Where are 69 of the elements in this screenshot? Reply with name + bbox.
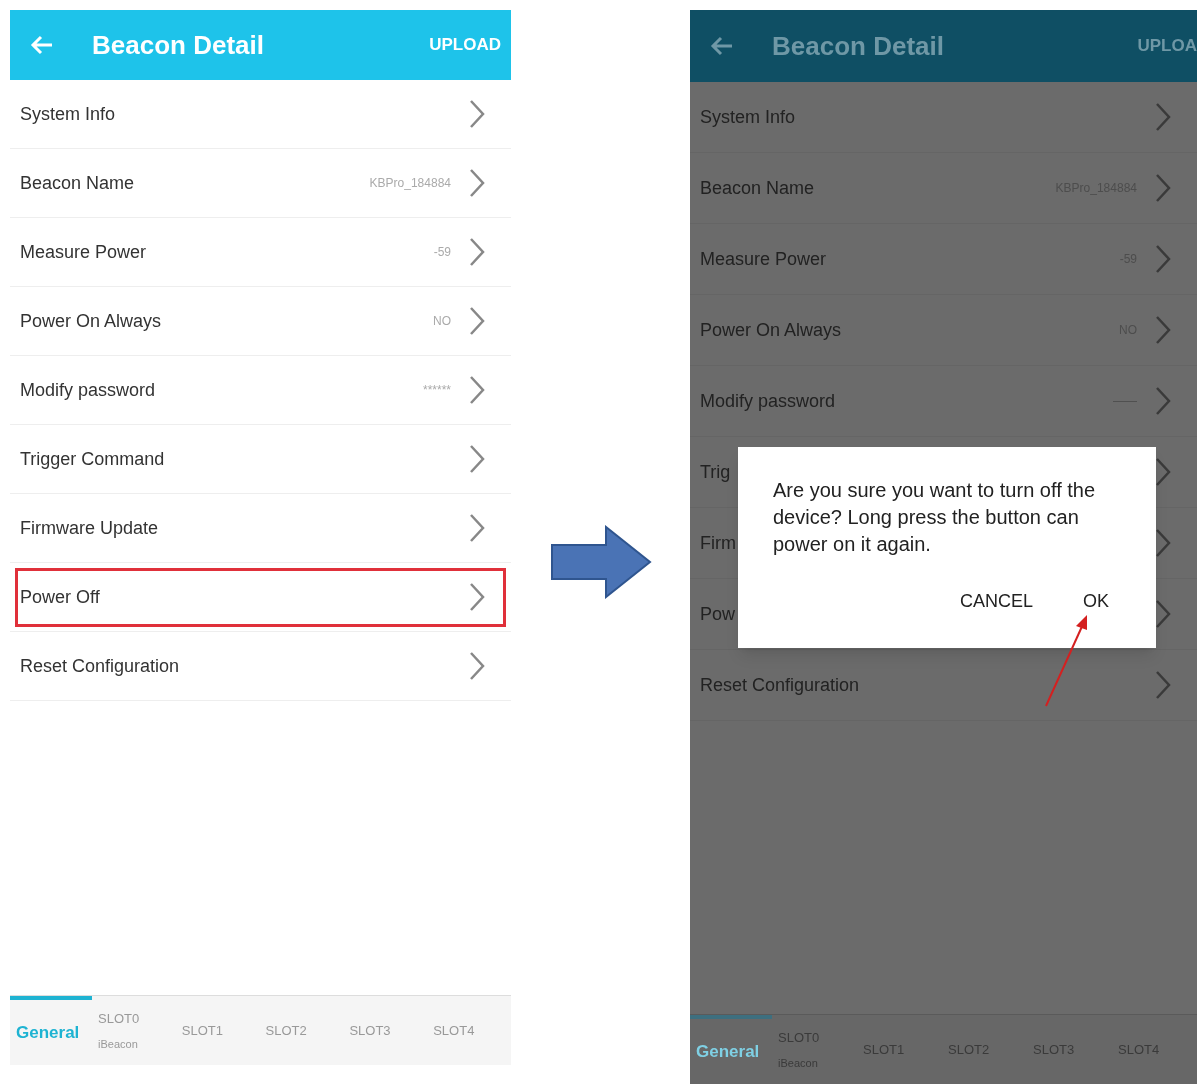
tab[interactable]: SLOT4	[427, 996, 511, 1065]
row-label: Measure Power	[20, 240, 147, 264]
row-label: Reset Configuration	[700, 673, 860, 697]
dialog-message: Are you sure you want to turn off the device? Long press the button can power on it again.	[773, 478, 1097, 557]
settings-row[interactable]: Power On Always NO	[10, 287, 511, 356]
tab[interactable]: SLOT2	[259, 996, 344, 1065]
row-label: System Info	[700, 105, 796, 129]
tab[interactable]: SLOT3	[343, 996, 428, 1065]
settings-row[interactable]: Beacon Name KBPro_184884	[10, 149, 511, 218]
chevron-right-icon	[469, 651, 485, 681]
chevron-right-icon	[1155, 670, 1171, 700]
row-value: NO	[433, 313, 451, 330]
chevron-right-icon	[469, 168, 485, 198]
row-label: Power On Always	[700, 318, 842, 342]
chevron-right-icon	[1155, 386, 1171, 416]
row-label: Modify password	[700, 389, 836, 413]
settings-row[interactable]: System Info	[10, 80, 511, 149]
chevron-right-icon	[1155, 315, 1171, 345]
chevron-right-icon	[469, 582, 485, 612]
row-label: Trig	[700, 460, 731, 484]
screen-title: Beacon Detail	[92, 28, 265, 62]
row-label: Beacon Name	[700, 176, 815, 200]
right-arrow-icon	[549, 525, 652, 599]
upload-button[interactable]: UPLOA	[1137, 33, 1197, 59]
chevron-right-icon	[1155, 528, 1171, 558]
tab[interactable]: General	[10, 996, 92, 1065]
row-value: -59	[433, 244, 451, 261]
row-label: Measure Power	[700, 247, 827, 271]
row-label: Beacon Name	[20, 171, 135, 195]
chevron-right-icon	[1155, 102, 1171, 132]
settings-row[interactable]: System Info	[690, 82, 1197, 153]
chevron-right-icon	[469, 99, 485, 129]
row-value: ——	[1113, 393, 1137, 410]
upload-button[interactable]: UPLOAD	[429, 32, 501, 58]
chevron-right-icon	[469, 237, 485, 267]
chevron-right-icon	[1155, 457, 1171, 487]
row-label: Firm	[700, 531, 736, 555]
dialog-button[interactable]: OK	[1083, 588, 1109, 615]
chevron-right-icon	[469, 375, 485, 405]
settings-row[interactable]: Modify password ******	[10, 356, 511, 425]
back-arrow-icon[interactable]	[710, 36, 734, 56]
chevron-right-icon	[469, 306, 485, 336]
row-label: System Info	[20, 102, 116, 126]
settings-row[interactable]: Reset Configuration	[690, 650, 1197, 721]
chevron-right-icon	[469, 513, 485, 543]
row-label: Firmware Update	[20, 516, 159, 540]
row-label: Reset Configuration	[20, 654, 180, 678]
tab[interactable]: SLOT0 iBeacon	[92, 996, 176, 1065]
dialog-button[interactable]: CANCEL	[959, 588, 1033, 615]
chevron-right-icon	[1155, 244, 1171, 274]
settings-row[interactable]: Trigger Command	[10, 425, 511, 494]
settings-row[interactable]: Modify password ——	[690, 366, 1197, 437]
row-label: Trigger Command	[20, 447, 165, 471]
row-label: Pow	[700, 602, 735, 626]
settings-row[interactable]: Measure Power -59	[10, 218, 511, 287]
tab[interactable]: SLOT1	[175, 996, 260, 1065]
tab[interactable]: General	[690, 1015, 772, 1084]
settings-row[interactable]: Reset Configuration	[10, 632, 511, 701]
row-label: Power Off	[20, 585, 100, 609]
screen-title: Beacon Detail	[772, 29, 945, 63]
settings-row[interactable]: Power Off	[10, 563, 511, 632]
chevron-right-icon	[469, 444, 485, 474]
row-label: Modify password	[20, 378, 156, 402]
row-value: ******	[422, 382, 451, 399]
chevron-right-icon	[1155, 599, 1171, 629]
chevron-right-icon	[1155, 173, 1171, 203]
settings-row[interactable]: Firmware Update	[10, 494, 511, 563]
row-label: Power On Always	[20, 309, 162, 333]
row-value: KBPro_184884	[369, 175, 451, 192]
